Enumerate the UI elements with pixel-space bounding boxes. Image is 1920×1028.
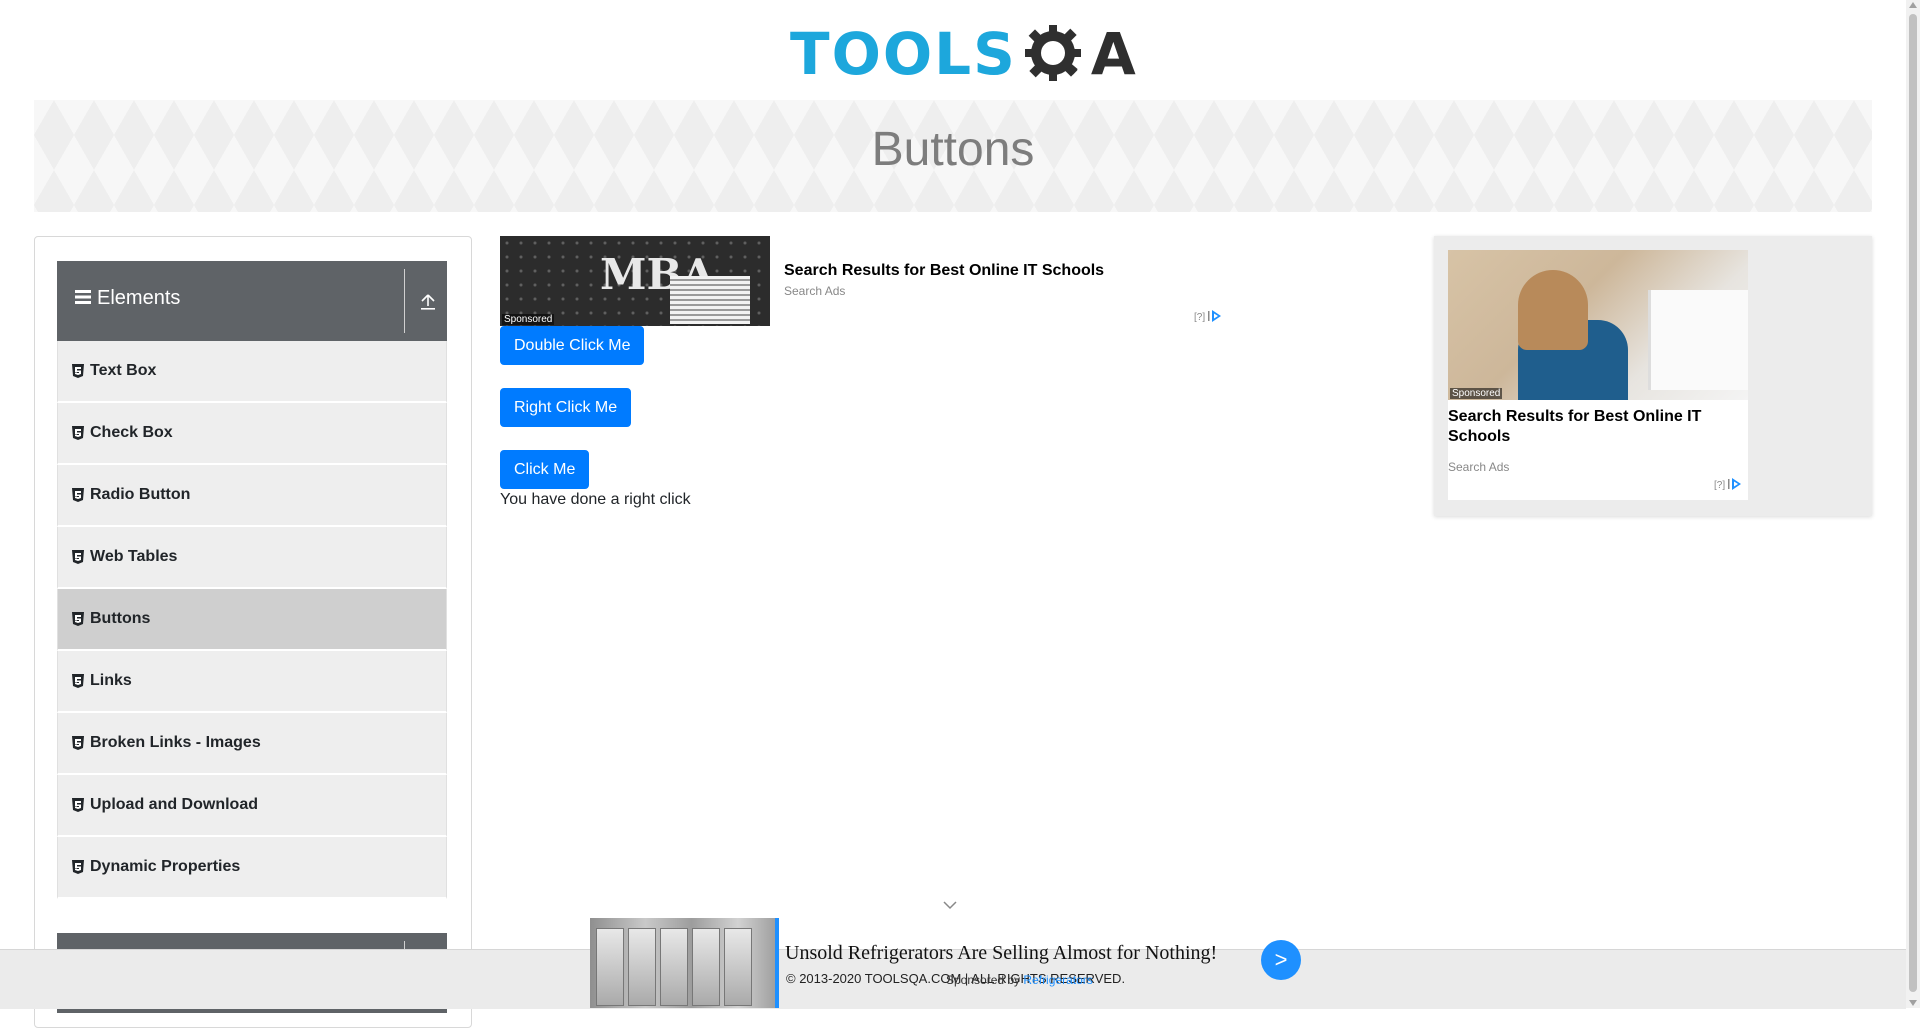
sidebar-item-dynamic-properties[interactable]: Dynamic Properties [57, 837, 447, 899]
ad-info[interactable]: [?] [1194, 310, 1222, 325]
sponsored-label: Sponsored [1450, 388, 1503, 399]
sidebar-item-label: Dynamic Properties [90, 858, 241, 875]
ad-title[interactable]: Search Results for Best Online IT School… [1448, 407, 1738, 447]
fridge-shape [660, 928, 688, 1006]
double-click-button[interactable]: Double Click Me [500, 326, 645, 366]
sidebar-item-radio-button[interactable]: Radio Button [57, 465, 447, 527]
adchoices-icon [1208, 310, 1222, 325]
sidebar-menu-elements: Text Box Check Box Radio Button Web Tabl… [57, 341, 447, 899]
ad-subtitle: Search Ads [784, 284, 846, 298]
right-click-message: You have done a right click [500, 491, 691, 508]
sidebar-item-label: Links [90, 672, 132, 689]
logo-text: TOOLS [790, 20, 1017, 88]
ad-info-label: [?] [1714, 480, 1726, 491]
ad-image[interactable]: MBA Sponsored [500, 236, 770, 326]
sponsored-label: Sponsored [502, 314, 555, 325]
right-click-button[interactable]: Right Click Me [500, 388, 632, 428]
sidebar-item-label: Web Tables [90, 548, 178, 565]
books-stack [670, 276, 750, 324]
chevron-down-icon[interactable] [942, 898, 958, 910]
fridge-shape [628, 928, 656, 1006]
adchoices-icon [1728, 478, 1742, 493]
sponsor-name[interactable]: Refrigerators [1023, 973, 1092, 987]
html5-icon [72, 736, 84, 750]
ad-title[interactable]: Unsold Refrigerators Are Selling Almost … [785, 942, 1217, 965]
sidebar-group-elements[interactable]: Elements [57, 261, 447, 341]
sidebar-item-buttons[interactable]: Buttons [57, 589, 447, 651]
sidebar-item-links[interactable]: Links [57, 651, 447, 713]
inline-ad[interactable]: MBA Sponsored Search Results for Best On… [500, 236, 1230, 326]
click-me-button[interactable]: Click Me [500, 450, 590, 490]
html5-icon [72, 550, 84, 564]
ad-image[interactable] [590, 918, 779, 1008]
scroll-up-arrow-icon[interactable] [1909, 2, 1917, 8]
sidebar-item-label: Upload and Download [90, 796, 258, 813]
page-scrollbar[interactable] [1906, 0, 1920, 1008]
scrollbar-thumb[interactable] [1909, 14, 1917, 992]
sponsored-prefix: Sponsored by [946, 973, 1024, 987]
divider [404, 269, 405, 333]
group-title: Elements [75, 287, 180, 310]
html5-icon [72, 364, 84, 378]
sidebar-item-web-tables[interactable]: Web Tables [57, 527, 447, 589]
html5-icon [72, 612, 84, 626]
right-ad-card[interactable]: Sponsored Search Results for Best Online… [1448, 250, 1748, 500]
ad-image[interactable]: Sponsored [1448, 250, 1748, 400]
ad-sponsor-line: Sponsored by Refrigerators [946, 973, 1093, 987]
sidebar-item-label: Text Box [90, 362, 157, 379]
right-ad[interactable]: Sponsored Search Results for Best Online… [1434, 236, 1872, 516]
sidebar: Elements Text Box Check Box Radio Button… [34, 236, 472, 1028]
fridge-shape [596, 928, 624, 1006]
sidebar-item-label: Broken Links - Images [90, 734, 261, 751]
bottom-ad[interactable]: Unsold Refrigerators Are Selling Almost … [590, 918, 1302, 1008]
logo-suffix: A [1090, 20, 1136, 88]
html5-icon [72, 798, 84, 812]
html5-icon [72, 426, 84, 440]
ad-go-button[interactable]: > [1261, 940, 1301, 980]
page-title: Buttons [871, 123, 1035, 176]
html5-icon [72, 860, 84, 874]
collapse-arrow-icon[interactable] [415, 283, 441, 319]
fridge-shape [724, 928, 752, 1006]
person-head [1518, 270, 1588, 350]
sidebar-item-check-box[interactable]: Check Box [57, 403, 447, 465]
sidebar-item-label: Radio Button [90, 486, 191, 503]
page-banner: Buttons [34, 100, 1872, 212]
sidebar-item-text-box[interactable]: Text Box [57, 341, 447, 403]
group-label: Elements [97, 287, 181, 309]
ad-title[interactable]: Search Results for Best Online IT School… [784, 262, 1104, 280]
html5-icon [72, 674, 84, 688]
hamburger-icon [75, 287, 91, 310]
html5-icon [72, 488, 84, 502]
fridge-shape [692, 928, 720, 1006]
sidebar-item-upload-download[interactable]: Upload and Download [57, 775, 447, 837]
ad-subtitle: Search Ads [1448, 460, 1510, 474]
toolsqa-logo[interactable]: TOOLS A [790, 14, 1136, 94]
ad-info[interactable]: [?] [1714, 478, 1742, 493]
sidebar-item-label: Check Box [90, 424, 173, 441]
scroll-down-arrow-icon[interactable] [1909, 1000, 1917, 1006]
sidebar-item-label: Buttons [90, 610, 151, 627]
gear-q-icon [1023, 23, 1085, 85]
ad-info-label: [?] [1194, 312, 1206, 323]
sidebar-item-broken-links[interactable]: Broken Links - Images [57, 713, 447, 775]
laptop-shape [1648, 290, 1748, 390]
